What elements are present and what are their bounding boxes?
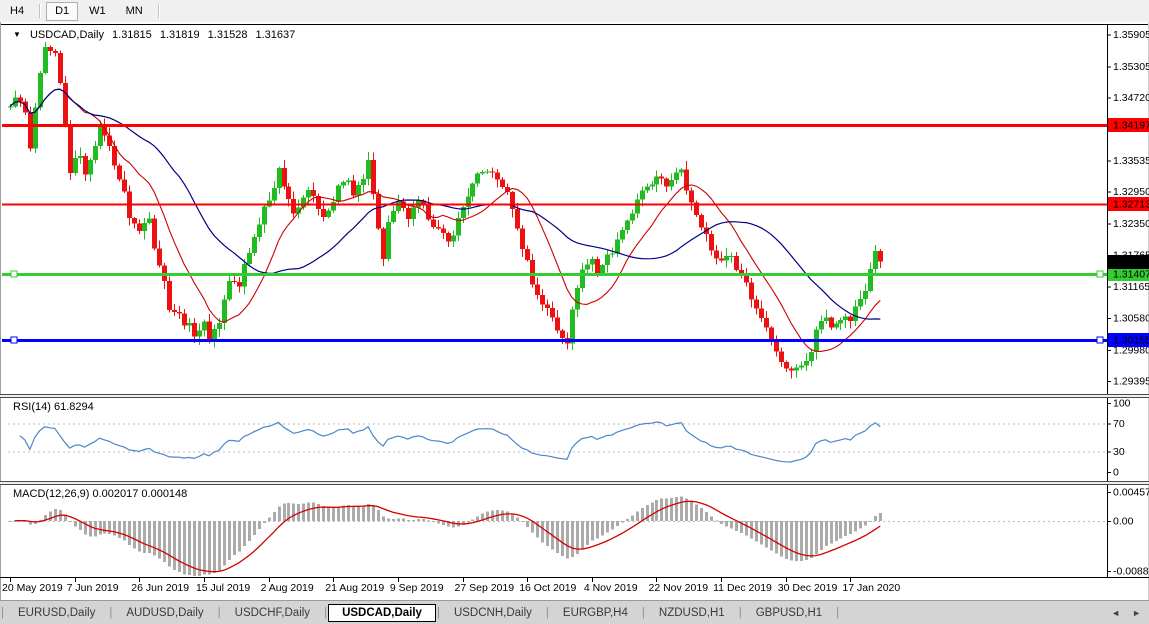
mt4-window: H4D1W1MN 1.359051.353051.347201.341351.3… bbox=[0, 0, 1149, 624]
rsi-line bbox=[20, 422, 880, 462]
svg-text:1.30155: 1.30155 bbox=[1113, 335, 1149, 347]
timeframe-button-d1[interactable]: D1 bbox=[46, 2, 78, 21]
scroll-right-icon[interactable]: ► bbox=[1132, 608, 1141, 618]
tab-gbpusd-h1[interactable]: GBPUSD,H1 bbox=[743, 604, 835, 622]
hline-1.31407[interactable] bbox=[2, 271, 1107, 277]
candlesticks bbox=[8, 42, 883, 378]
svg-text:26 Jun 2019: 26 Jun 2019 bbox=[131, 582, 189, 594]
rsi-axis: 100 70 30 0 bbox=[1107, 398, 1131, 479]
svg-text:4 Nov 2019: 4 Nov 2019 bbox=[584, 582, 638, 594]
panel-splitter-rsi[interactable] bbox=[0, 394, 1149, 398]
macd-axis: 0.004572 0.00 -0.00889 bbox=[1107, 487, 1149, 578]
rsi-indicator-label: RSI(14) 61.8294 bbox=[13, 401, 94, 413]
svg-text:0: 0 bbox=[1113, 467, 1119, 479]
scroll-left-icon[interactable]: ◄ bbox=[1111, 608, 1120, 618]
svg-text:1.31407: 1.31407 bbox=[1113, 269, 1149, 281]
svg-text:1.29395: 1.29395 bbox=[1113, 375, 1149, 387]
ohlc-close: 1.31637 bbox=[256, 29, 296, 41]
svg-text:2 Aug 2019: 2 Aug 2019 bbox=[261, 582, 314, 594]
svg-text:1.31637: 1.31637 bbox=[1113, 257, 1149, 269]
chart-canvas[interactable]: 1.359051.353051.347201.341351.335351.329… bbox=[0, 22, 1149, 600]
price-badge-1.31407: 1.31407 bbox=[1108, 267, 1149, 281]
svg-text:21 Aug 2019: 21 Aug 2019 bbox=[325, 582, 384, 594]
hline-1.30155[interactable] bbox=[2, 337, 1107, 343]
svg-text:1.31165: 1.31165 bbox=[1113, 281, 1149, 293]
svg-text:17 Jan 2020: 17 Jan 2020 bbox=[842, 582, 900, 594]
svg-text:0.004572: 0.004572 bbox=[1113, 487, 1149, 499]
chart-title: ▼ USDCAD,Daily 1.31815 1.31819 1.31528 1… bbox=[13, 29, 300, 41]
tab-usdchf-daily[interactable]: USDCHF,Daily bbox=[222, 604, 323, 622]
macd-indicator-label: MACD(12,26,9) 0.002017 0.000148 bbox=[13, 488, 187, 500]
tab-eurgbp-h4[interactable]: EURGBP,H4 bbox=[550, 604, 641, 622]
timeframe-button-w1[interactable]: W1 bbox=[80, 2, 115, 21]
svg-text:1.34197: 1.34197 bbox=[1113, 120, 1149, 132]
panel-splitter-macd[interactable] bbox=[0, 481, 1149, 485]
chart-tabs: |EURUSD,Daily|AUDUSD,Daily|USDCHF,Daily|… bbox=[0, 600, 1149, 624]
price-badge-1.32713: 1.32713 bbox=[1108, 197, 1149, 211]
tab-nzdusd-h1[interactable]: NZDUSD,H1 bbox=[646, 604, 738, 622]
toolbar-separator bbox=[158, 4, 159, 18]
svg-text:30 Dec 2019: 30 Dec 2019 bbox=[778, 582, 838, 594]
svg-text:1.32950: 1.32950 bbox=[1113, 186, 1149, 198]
svg-text:7 Jun 2019: 7 Jun 2019 bbox=[67, 582, 119, 594]
svg-text:22 Nov 2019: 22 Nov 2019 bbox=[648, 582, 708, 594]
price-badge-1.30155: 1.30155 bbox=[1108, 333, 1149, 347]
svg-text:1.32713: 1.32713 bbox=[1113, 199, 1149, 211]
svg-text:1.35905: 1.35905 bbox=[1113, 29, 1149, 41]
svg-text:1.34720: 1.34720 bbox=[1113, 92, 1149, 104]
ohlc-low: 1.31528 bbox=[208, 29, 248, 41]
svg-text:9 Sep 2019: 9 Sep 2019 bbox=[390, 582, 444, 594]
timeframe-button-mn[interactable]: MN bbox=[117, 2, 152, 21]
ohlc-high: 1.31819 bbox=[160, 29, 200, 41]
date-axis: 20 May 2019 7 Jun 2019 26 Jun 2019 15 Jul 2… bbox=[2, 578, 900, 594]
svg-text:0.00: 0.00 bbox=[1113, 516, 1134, 528]
svg-text:70: 70 bbox=[1113, 418, 1125, 430]
svg-text:1.35305: 1.35305 bbox=[1113, 61, 1149, 73]
svg-text:30: 30 bbox=[1113, 446, 1125, 458]
price-badge-1.34197: 1.34197 bbox=[1108, 118, 1149, 132]
chart-workspace: 1.359051.353051.347201.341351.335351.329… bbox=[0, 22, 1149, 600]
tab-usdcnh-daily[interactable]: USDCNH,Daily bbox=[441, 604, 545, 622]
current-price-badge: 1.31637 bbox=[1108, 255, 1149, 269]
moving-averages bbox=[10, 89, 880, 351]
svg-text:100: 100 bbox=[1113, 398, 1131, 410]
tab-usdcad-daily[interactable]: USDCAD,Daily bbox=[328, 604, 436, 622]
timeframe-toolbar: H4 D1W1MN bbox=[0, 0, 1149, 23]
ohlc-open: 1.31815 bbox=[112, 29, 152, 41]
svg-text:1.32350: 1.32350 bbox=[1113, 218, 1149, 230]
svg-text:15 Jul 2019: 15 Jul 2019 bbox=[196, 582, 250, 594]
svg-text:11 Dec 2019: 11 Dec 2019 bbox=[713, 582, 772, 594]
indicator-gridlines bbox=[8, 424, 1107, 521]
timeframe-button-h4[interactable]: H4 bbox=[1, 2, 33, 21]
tab-audusd-daily[interactable]: AUDUSD,Daily bbox=[113, 604, 216, 622]
collapse-icon[interactable]: ▼ bbox=[13, 30, 21, 39]
tab-eurusd-daily[interactable]: EURUSD,Daily bbox=[5, 604, 108, 622]
toolbar-separator bbox=[39, 4, 40, 18]
svg-text:-0.00889: -0.00889 bbox=[1113, 566, 1149, 578]
svg-text:16 Oct 2019: 16 Oct 2019 bbox=[519, 582, 576, 594]
macd-histogram bbox=[9, 497, 882, 576]
tab-separator: | bbox=[835, 607, 840, 619]
chart-symbol: USDCAD,Daily bbox=[30, 29, 104, 41]
svg-text:1.30580: 1.30580 bbox=[1113, 312, 1149, 324]
svg-text:20 May 2019: 20 May 2019 bbox=[2, 582, 63, 594]
svg-text:1.33535: 1.33535 bbox=[1113, 155, 1149, 167]
svg-text:27 Sep 2019: 27 Sep 2019 bbox=[455, 582, 515, 594]
